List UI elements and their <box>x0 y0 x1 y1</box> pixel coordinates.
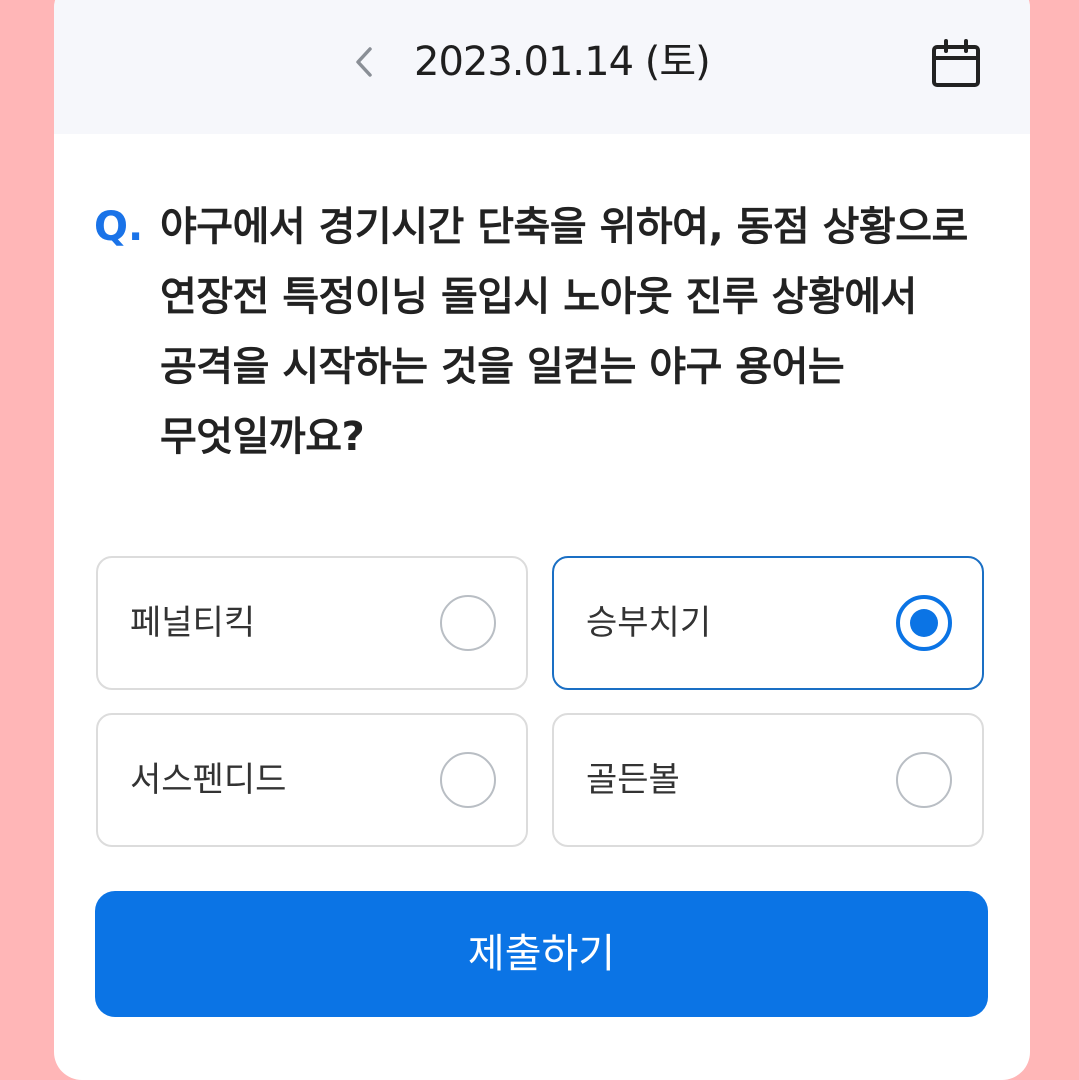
radio-button[interactable] <box>896 752 952 808</box>
previous-day-button[interactable] <box>342 40 386 84</box>
radio-button[interactable] <box>896 595 952 651</box>
radio-button[interactable] <box>440 752 496 808</box>
submit-button[interactable]: 제출하기 <box>95 891 988 1017</box>
option-label: 서스펜디드 <box>130 760 287 800</box>
option-label: 페널티킥 <box>130 603 256 643</box>
question-text: 야구에서 경기시간 단축을 위하여, 동점 상황으로 연장전 특정이닝 돌입시 … <box>160 204 968 460</box>
chevron-left-icon <box>356 47 372 77</box>
option-golden-ball[interactable]: 골든볼 <box>552 713 984 847</box>
calendar-icon <box>932 39 980 87</box>
option-label: 승부치기 <box>586 603 712 643</box>
quiz-card: 2023.01.14 (토) Q. 야구에서 경기시간 단축을 위하여, 동점 … <box>54 0 1030 1080</box>
question-prefix: Q. <box>94 204 144 250</box>
date-header: 2023.01.14 (토) <box>54 0 1030 134</box>
date-label: 2023.01.14 (토) <box>414 39 711 85</box>
option-penalty-kick[interactable]: 페널티킥 <box>96 556 528 690</box>
calendar-button[interactable] <box>928 36 984 92</box>
option-suspended[interactable]: 서스펜디드 <box>96 713 528 847</box>
radio-button[interactable] <box>440 595 496 651</box>
option-label: 골든볼 <box>586 760 680 800</box>
radio-selected-dot <box>910 609 938 637</box>
option-tiebreaker[interactable]: 승부치기 <box>552 556 984 690</box>
